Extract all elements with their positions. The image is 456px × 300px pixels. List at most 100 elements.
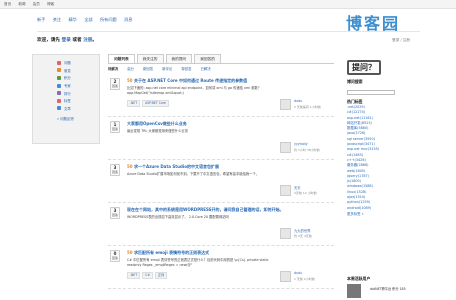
question-item: 3 回答 50 求一个Azure Data Studio的中文语言包扩展 Azur… bbox=[108, 161, 334, 203]
question-time: 约 1小时 38小时前 bbox=[294, 148, 320, 152]
question-time: 1 天前 2小时前 bbox=[294, 277, 315, 281]
tab-question-list[interactable]: 问题列表 bbox=[108, 54, 135, 63]
question-title[interactable]: 现在在个网站，其中的系统是用WORDPRESS开的，请问我自己管理的话，如何开始… bbox=[127, 207, 284, 213]
question-summary: WORDPRESS表的出现如下高效显示了。 2.0.Core 20 要配置网站吗 bbox=[127, 215, 229, 219]
active-user-name[interactable]: dotNET跨平台 积分 185 bbox=[370, 286, 406, 291]
question-title[interactable]: 大家都用OpenCsv做些什么业务 bbox=[127, 121, 187, 127]
answer-count: 3 回答 bbox=[110, 164, 120, 176]
sidebar-item-score[interactable]: 积分 bbox=[57, 74, 99, 82]
sidebar-item-experts[interactable]: 专家 bbox=[57, 82, 99, 90]
tab-following[interactable]: 我关注的 bbox=[136, 54, 164, 63]
tag-icon bbox=[57, 98, 61, 103]
author-name[interactable]: 九九的世界 bbox=[294, 228, 310, 233]
avatar[interactable] bbox=[280, 271, 291, 282]
main-nav: 新手 关注 精华 全部 所有问题 消息 bbox=[37, 17, 138, 23]
filter-new-comments[interactable]: 新评论 bbox=[162, 66, 172, 71]
tag-link[interactable]: ASP.NET Core bbox=[142, 100, 169, 107]
question-tags: .NET ASP.NET Core bbox=[127, 100, 171, 107]
reward-badge: 50 bbox=[127, 164, 133, 169]
search-input[interactable] bbox=[347, 90, 395, 95]
avatar[interactable] bbox=[280, 185, 291, 196]
question-tags: .NET C# 正则 bbox=[127, 272, 169, 279]
sidebar-item-label: 专家 bbox=[64, 84, 71, 89]
ask-question-button[interactable]: 提问？ bbox=[347, 60, 381, 75]
sidebar-item-articles[interactable]: 文章 bbox=[57, 105, 99, 113]
avatar[interactable] bbox=[347, 284, 361, 298]
doc-icon bbox=[57, 106, 61, 111]
author-name[interactable]: 天天 bbox=[294, 185, 301, 190]
rank-icon bbox=[57, 91, 61, 96]
top-link-member[interactable]: 会员 bbox=[33, 2, 40, 6]
answer-count: 3 回答 bbox=[110, 207, 120, 219]
question-title[interactable]: 50 求一个Azure Data Studio的中文语言包扩展 bbox=[127, 164, 219, 170]
reward-badge: 50 bbox=[127, 78, 133, 83]
author-name[interactable]: yyyhaiiy bbox=[294, 142, 308, 146]
sidebar-item-label: 悬赏 bbox=[64, 68, 71, 73]
question-time: 3天前 12 小时前 bbox=[294, 191, 317, 195]
tag-link[interactable]: 正则 bbox=[154, 272, 168, 279]
question-item: 1 回答 大家都用OpenCsv做些什么业务 最近发现 TRL 大家都是用来做些什… bbox=[108, 118, 334, 160]
question-item: 0 回答 50 求匹配所有 emoji 表情符号的正则表达式 C# 中匹配所有 e… bbox=[108, 247, 334, 289]
expert-icon bbox=[57, 83, 61, 88]
active-users-title: 本周活跃用户 bbox=[347, 276, 371, 281]
sidebar-item-label: 标签 bbox=[64, 99, 71, 104]
login-link[interactable]: 登录 bbox=[62, 38, 71, 43]
question-time: 约 2天 4天前 bbox=[294, 234, 312, 238]
filter-zero-answers[interactable]: 零回答 bbox=[181, 66, 191, 71]
question-item: 3 回答 现在在个网站，其中的系统是用WORDPRESS开的，请问我自己管理的话，… bbox=[108, 204, 334, 246]
question-title[interactable]: 50 求匹配所有 emoji 表情符号的正则表达式 bbox=[127, 250, 209, 256]
sidebar-item-label: 文章 bbox=[64, 106, 71, 111]
question-item: 2 回答 50 关于在 ASP.NET Core 中如何通过 Route 传递指定… bbox=[108, 75, 334, 117]
tag-link[interactable]: .NET bbox=[127, 100, 141, 107]
sidebar-item-reward[interactable]: 悬赏 bbox=[57, 67, 99, 75]
welcome-prefix: 欢迎，请先 bbox=[37, 38, 60, 43]
filter-high-score[interactable]: 高分 bbox=[127, 66, 134, 71]
sidebar-item-questions[interactable]: 问题 bbox=[57, 59, 99, 67]
search-title: 博问搜索 bbox=[347, 79, 363, 84]
filter-new-answers[interactable]: 新回答 bbox=[143, 66, 153, 71]
filter-unsolved[interactable]: 待解决 bbox=[108, 66, 118, 71]
user-links[interactable]: 登录 / 注册 bbox=[392, 38, 410, 43]
question-title[interactable]: 50 关于在 ASP.NET Core 中如何通过 Route 传递指定的参数值 bbox=[127, 78, 247, 84]
reward-icon bbox=[57, 68, 61, 73]
avatar[interactable] bbox=[280, 142, 291, 153]
nav-item-all[interactable]: 全部 bbox=[84, 17, 92, 22]
author-name[interactable]: dudu bbox=[294, 99, 302, 103]
question-summary: 比如下面的: asp.net core minimal api endpoint… bbox=[127, 86, 262, 96]
sidebar-item-rank[interactable]: 排行 bbox=[57, 89, 99, 97]
welcome-suffix: 。 bbox=[92, 38, 98, 43]
nav-item-messages[interactable]: 消息 bbox=[124, 17, 132, 22]
divider bbox=[37, 31, 420, 32]
author-name[interactable]: dudu bbox=[294, 271, 302, 275]
top-link-home[interactable]: 首页 bbox=[4, 2, 11, 6]
score-icon bbox=[57, 75, 61, 80]
answer-count: 2 回答 bbox=[110, 78, 120, 90]
question-list-panel: 问题列表 我关注的 我的提问 我回答的 待解决 高分 新回答 新评论 零回答 已… bbox=[108, 54, 334, 290]
question-summary: Azure Data Studio扩展市场如何找不到。下载不了中文语言包，希望有… bbox=[127, 172, 260, 176]
nav-item-follow[interactable]: 关注 bbox=[53, 17, 61, 22]
welcome-text: 欢迎，请先 登录 或者 注册。 bbox=[37, 37, 97, 43]
nav-item-featured[interactable]: 精华 bbox=[68, 17, 76, 22]
sidebar-item-label: 问题 bbox=[64, 61, 71, 66]
filter-tabs: 待解决 高分 新回答 新评论 零回答 已解决 bbox=[108, 64, 334, 72]
answer-count: 1 回答 bbox=[110, 121, 120, 133]
more-tags-link[interactable]: 更多标签 » bbox=[347, 211, 420, 216]
tab-my-questions[interactable]: 我的提问 bbox=[165, 54, 193, 63]
filter-solved[interactable]: 已解决 bbox=[200, 66, 210, 71]
welcome-or: 或者 bbox=[72, 38, 82, 43]
tag-link[interactable]: .NET bbox=[127, 272, 141, 279]
top-link-news[interactable]: 新闻 bbox=[18, 2, 25, 6]
nav-item-newbie[interactable]: 新手 bbox=[37, 17, 45, 22]
main-tabs: 问题列表 我关注的 我的提问 我回答的 bbox=[108, 54, 334, 64]
sidebar-item-label: 排行 bbox=[64, 91, 71, 96]
avatar[interactable] bbox=[280, 228, 291, 239]
top-link-blog[interactable]: 博客 bbox=[47, 2, 54, 6]
question-summary: 最近发现 TRL 大家都是用来做些什么业务 bbox=[127, 129, 188, 133]
tab-my-answers[interactable]: 我回答的 bbox=[194, 54, 221, 63]
sidebar-item-tags[interactable]: 标签 bbox=[57, 97, 99, 105]
avatar[interactable] bbox=[280, 99, 291, 110]
nav-item-all-questions[interactable]: 所有问题 bbox=[100, 17, 117, 22]
feedback-link[interactable]: » 问题反馈 bbox=[57, 116, 99, 121]
tag-link[interactable]: C# bbox=[142, 272, 153, 279]
top-bar: 首页 新闻 会员 博客 bbox=[0, 0, 456, 9]
